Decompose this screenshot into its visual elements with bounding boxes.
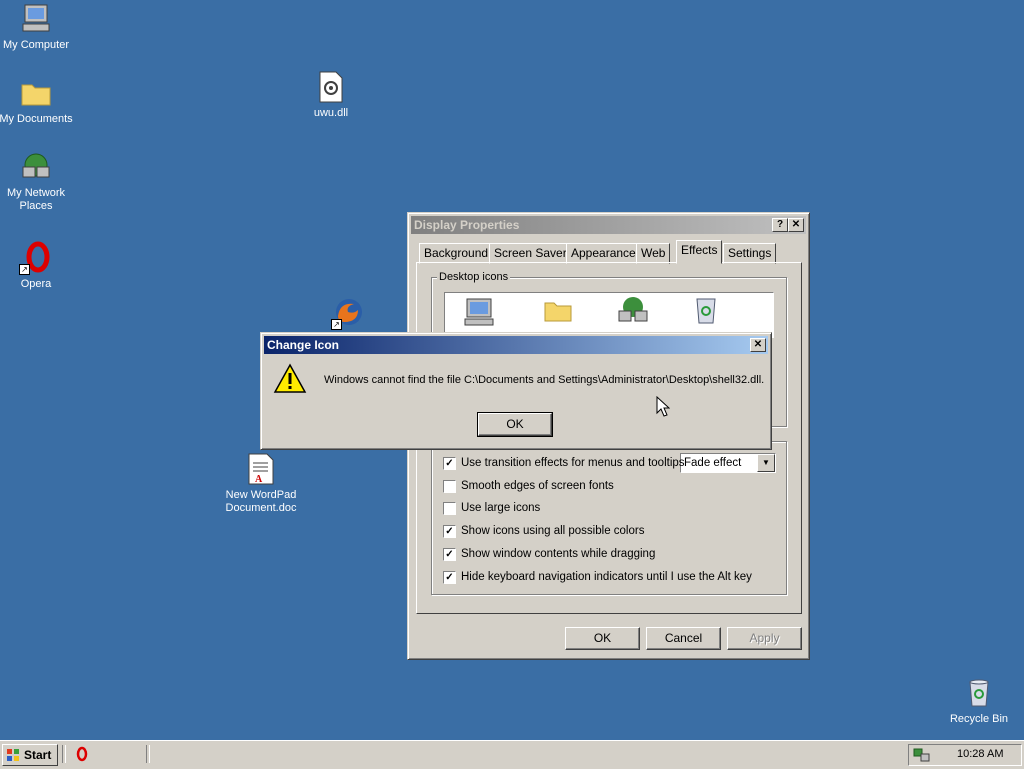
- desktop-icon-wordpad-document[interactable]: A New WordPad Document.doc: [221, 452, 301, 515]
- desktop-icon-label: New WordPad Document.doc: [225, 489, 297, 514]
- desktop-icon-my-documents[interactable]: My Documents: [0, 76, 76, 126]
- desktop-icon-label: Recycle Bin: [949, 713, 1009, 725]
- tab-effects[interactable]: Effects: [676, 240, 723, 264]
- checkbox-box[interactable]: ✓: [443, 571, 456, 584]
- windows-logo-icon: [6, 748, 20, 768]
- shortcut-arrow-icon: ↗: [331, 319, 342, 330]
- mouse-cursor-icon: [656, 395, 671, 421]
- checkbox-label: Show icons using all possible colors: [461, 525, 645, 537]
- desktop-icon-my-computer[interactable]: My Computer: [0, 2, 76, 52]
- dll-file-icon: [314, 70, 348, 104]
- transition-effect-select[interactable]: Fade effect ▼: [680, 453, 776, 473]
- checkbox-label: Hide keyboard navigation indicators unti…: [461, 571, 752, 583]
- help-button[interactable]: ?: [772, 218, 788, 232]
- desktop-icon-uwu-dll[interactable]: uwu.dll: [291, 70, 371, 120]
- checkbox-label: Use large icons: [461, 502, 541, 514]
- checkbox-box[interactable]: [443, 480, 456, 493]
- checkbox-label: Show window contents while dragging: [461, 548, 656, 560]
- dialog-title: Change Icon: [267, 338, 340, 352]
- display-properties-titlebar[interactable]: Display Properties ? ✕: [411, 216, 806, 234]
- desktop-icon-firefox[interactable]: ↗: [308, 296, 388, 333]
- desktop-icons-group-label: Desktop icons: [437, 271, 511, 283]
- desktop-icons-preview: [464, 297, 716, 326]
- shortcut-arrow-icon: ↗: [19, 264, 30, 275]
- opera-icon: ↗: [19, 241, 53, 275]
- svg-text:A: A: [255, 474, 263, 485]
- desktop-icon-label: uwu.dll: [313, 107, 349, 119]
- my-computer-icon: [19, 2, 53, 36]
- network-tray-icon[interactable]: [913, 747, 931, 766]
- window-title: Display Properties: [414, 218, 520, 232]
- checkbox-label: Use transition effects for menus and too…: [461, 457, 685, 469]
- clock[interactable]: 10:28 AM: [957, 748, 1003, 760]
- transition-effect-value: Fade effect: [684, 457, 742, 469]
- firefox-icon: ↗: [331, 296, 365, 330]
- quick-launch-opera[interactable]: [74, 746, 90, 765]
- tab-background[interactable]: Background: [419, 243, 494, 264]
- desktop-icon-recycle-bin[interactable]: Recycle Bin: [939, 676, 1019, 726]
- checkbox-box[interactable]: ✓: [443, 525, 456, 538]
- desktop-icon-label: My Network Places: [6, 187, 66, 212]
- ok-button[interactable]: OK: [477, 412, 553, 437]
- change-icon-dialog: Change Icon ✕ Windows cannot find the fi…: [260, 332, 772, 450]
- tab-screen-saver[interactable]: Screen Saver: [489, 243, 572, 264]
- tab-settings[interactable]: Settings: [723, 243, 777, 264]
- checkbox-label: Smooth edges of screen fonts: [461, 480, 614, 492]
- cancel-button[interactable]: Cancel: [646, 627, 721, 650]
- checkbox-box[interactable]: [443, 502, 456, 515]
- apply-button[interactable]: Apply: [727, 627, 802, 650]
- opera-icon: [76, 746, 88, 762]
- desktop-icon-label: Opera: [20, 278, 52, 290]
- desktop-icon-opera[interactable]: ↗ Opera: [0, 241, 76, 291]
- folder-icon: [544, 302, 572, 322]
- checkbox-box[interactable]: ✓: [443, 457, 456, 470]
- close-button[interactable]: ✕: [788, 218, 804, 232]
- recycle-bin-icon: [696, 298, 716, 324]
- recycle-bin-icon: [962, 676, 996, 710]
- quick-launch-separator: [62, 745, 66, 763]
- ok-button[interactable]: OK: [565, 627, 640, 650]
- desktop-icon-my-network-places[interactable]: My Network Places: [0, 150, 76, 213]
- quick-launch-separator: [146, 745, 150, 763]
- network-places-icon: [19, 150, 53, 184]
- taskbar: Start 10:28 AM: [0, 740, 1024, 769]
- error-message: Windows cannot find the file C:\Document…: [324, 374, 765, 386]
- desktop-icon-label: My Computer: [2, 39, 70, 51]
- checkbox-box[interactable]: ✓: [443, 548, 456, 561]
- my-computer-icon: [464, 298, 494, 326]
- folder-icon: [19, 76, 53, 110]
- tab-web[interactable]: Web: [636, 243, 671, 264]
- tab-appearance[interactable]: Appearance: [566, 243, 641, 264]
- start-label: Start: [24, 748, 52, 762]
- network-places-icon: [618, 297, 648, 322]
- close-button[interactable]: ✕: [750, 338, 766, 352]
- system-tray: 10:28 AM: [908, 744, 1022, 766]
- start-button[interactable]: Start: [2, 744, 58, 766]
- warning-icon: [273, 363, 307, 398]
- wordpad-document-icon: A: [244, 452, 278, 486]
- chevron-down-icon[interactable]: ▼: [757, 454, 775, 472]
- change-icon-titlebar[interactable]: Change Icon ✕: [264, 336, 768, 354]
- desktop-icon-label: My Documents: [0, 113, 73, 125]
